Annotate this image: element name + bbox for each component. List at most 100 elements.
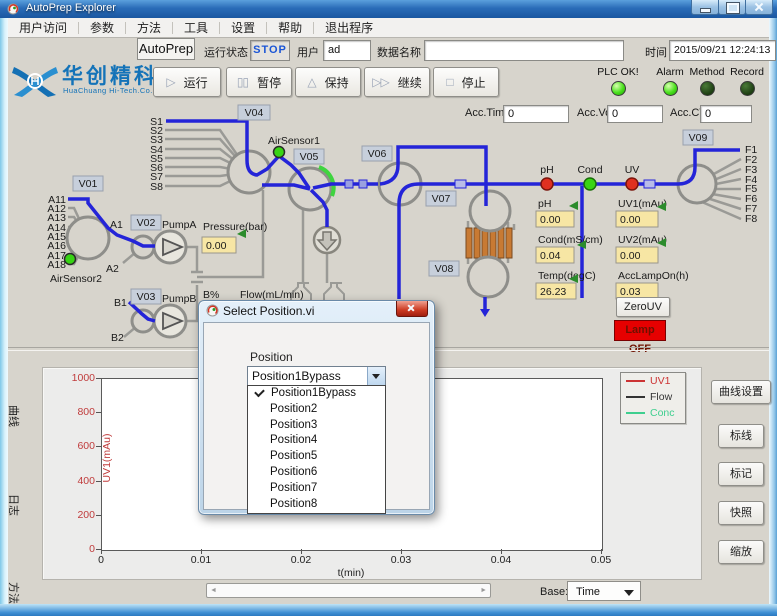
option-position8[interactable]: Position8 bbox=[248, 497, 385, 513]
acc-vol-value: 0 bbox=[607, 105, 663, 123]
dialog-close-icon[interactable] bbox=[396, 301, 428, 317]
minimize-icon[interactable] bbox=[691, 0, 719, 15]
dataname-field[interactable] bbox=[424, 40, 624, 61]
plc-led-icon bbox=[611, 81, 626, 96]
valve-label-v01: V01 bbox=[79, 178, 98, 190]
svg-text:A2: A2 bbox=[106, 263, 119, 275]
option-position7[interactable]: Position7 bbox=[248, 481, 385, 497]
run-button-label: 运行 bbox=[184, 74, 208, 91]
option-position3[interactable]: Position3 bbox=[248, 418, 385, 434]
valve-v05-body[interactable] bbox=[289, 168, 331, 210]
svg-text:S2: S2 bbox=[150, 125, 163, 137]
option-position6[interactable]: Position6 bbox=[248, 465, 385, 481]
svg-text:B2: B2 bbox=[111, 332, 124, 344]
scroll-left-icon[interactable]: ◄ bbox=[210, 584, 217, 597]
menu-settings[interactable]: 设置 bbox=[220, 19, 266, 36]
uv1-line-icon bbox=[626, 380, 645, 382]
ph-readout-label: pH bbox=[538, 198, 551, 210]
svg-text:S5: S5 bbox=[150, 153, 163, 165]
pump-b-label: PumpB bbox=[162, 293, 196, 305]
legend-flow: Flow bbox=[650, 391, 672, 403]
option-position1bypass[interactable]: Position1Bypass bbox=[248, 386, 385, 402]
air-sensor1-led-icon bbox=[274, 147, 285, 158]
acc-cv-value: 0 bbox=[700, 105, 752, 123]
time-label: 时间 bbox=[645, 44, 667, 60]
svg-text:A17: A17 bbox=[47, 250, 66, 262]
valve-v04-body[interactable] bbox=[228, 151, 270, 193]
menu-method[interactable]: 方法 bbox=[126, 19, 172, 36]
uv2-readout-value: 0.00 bbox=[620, 250, 641, 262]
window-title: AutoPrep Explorer bbox=[26, 2, 116, 14]
indicator-arrow-icon bbox=[569, 274, 578, 283]
uv-sensor-icon bbox=[626, 178, 638, 190]
chevron-down-icon bbox=[624, 590, 634, 596]
cond-readout-value: 0.04 bbox=[540, 250, 561, 262]
valve-v09-body[interactable] bbox=[678, 165, 716, 203]
snapshot-button[interactable]: 快照 bbox=[718, 501, 764, 525]
stop-button-label: 停止 bbox=[462, 74, 486, 91]
window-border-bottom bbox=[0, 604, 777, 616]
valve-v06-body[interactable] bbox=[379, 163, 421, 205]
pause-button[interactable]: ▯▯ 暂停 bbox=[226, 67, 292, 97]
user-field[interactable]: ad bbox=[323, 40, 371, 61]
valve-v01-body[interactable] bbox=[67, 217, 109, 259]
hold-button[interactable]: △ 保持 bbox=[295, 67, 361, 97]
pause-button-label: 暂停 bbox=[257, 74, 281, 91]
zero-uv-button[interactable]: ZeroUV bbox=[616, 297, 670, 317]
curve-settings-button[interactable]: 曲线设置 bbox=[711, 380, 771, 404]
flow-line-icon bbox=[626, 396, 645, 398]
valve-label-v09: V09 bbox=[689, 132, 708, 144]
pump-a[interactable] bbox=[154, 231, 186, 263]
menu-help[interactable]: 帮助 bbox=[267, 19, 313, 36]
side-tab-curves[interactable]: 曲线 bbox=[6, 403, 22, 429]
position-dropdown[interactable]: Position1Bypass bbox=[247, 366, 386, 387]
y-tick: 400 bbox=[55, 475, 95, 487]
option-position4[interactable]: Position4 bbox=[248, 433, 385, 449]
dropdown-button[interactable] bbox=[367, 367, 385, 386]
svg-text:A13: A13 bbox=[47, 212, 66, 224]
hold-icon: △ bbox=[307, 75, 315, 89]
svg-text:A12: A12 bbox=[47, 203, 66, 215]
option-position2[interactable]: Position2 bbox=[248, 402, 385, 418]
chart-scrollbar[interactable]: ◄ ► bbox=[206, 583, 491, 598]
base-dropdown[interactable]: Time bbox=[567, 581, 641, 601]
valve-v08-body[interactable] bbox=[468, 257, 508, 297]
pump-b[interactable] bbox=[154, 305, 186, 337]
legend-uv1: UV1 bbox=[650, 375, 670, 387]
menu-exit[interactable]: 退出程序 bbox=[314, 19, 384, 36]
resume-button[interactable]: ▷▷ 继续 bbox=[364, 67, 430, 97]
zoom-button[interactable]: 缩放 bbox=[718, 540, 764, 564]
mark-button[interactable]: 标记 bbox=[718, 462, 764, 486]
dialog-title: Select Position.vi bbox=[223, 304, 314, 318]
x-tick: 0.01 bbox=[181, 554, 221, 566]
injection-port[interactable] bbox=[314, 227, 340, 253]
svg-text:S4: S4 bbox=[150, 144, 163, 156]
legend-conc: Conc bbox=[650, 407, 675, 419]
svg-text:F7: F7 bbox=[745, 203, 757, 215]
x-tick: 0.02 bbox=[281, 554, 321, 566]
side-tab-method[interactable]: 方法 bbox=[6, 580, 22, 606]
stop-button[interactable]: □ 停止 bbox=[433, 67, 499, 97]
brand-company: HuaChuang Hi-Tech.Co.Ltd. bbox=[63, 86, 167, 95]
scroll-right-icon[interactable]: ► bbox=[480, 584, 487, 597]
lamp-off-button[interactable]: Lamp OFF bbox=[614, 320, 666, 341]
valve-v03-body[interactable] bbox=[132, 310, 154, 332]
valve-v07-body[interactable] bbox=[470, 191, 510, 231]
air-sensor2-label: AirSensor2 bbox=[50, 273, 102, 285]
menu-tools[interactable]: 工具 bbox=[173, 19, 219, 36]
window-border-right bbox=[769, 18, 777, 604]
close-icon[interactable] bbox=[745, 0, 773, 15]
option-position5[interactable]: Position5 bbox=[248, 449, 385, 465]
menu-parameters[interactable]: 参数 bbox=[79, 19, 125, 36]
run-button[interactable]: ▷ 运行 bbox=[153, 67, 221, 97]
window-titlebar: AutoPrep Explorer bbox=[0, 0, 777, 18]
pause-icon: ▯▯ bbox=[237, 75, 248, 89]
side-tab-log[interactable]: 日志 bbox=[6, 492, 22, 518]
menu-bar: 用户访问 参数 方法 工具 设置 帮助 退出程序 bbox=[8, 18, 769, 38]
maximize-icon[interactable] bbox=[718, 0, 746, 15]
marker-line-button[interactable]: 标线 bbox=[718, 424, 764, 448]
valve-v02-body[interactable] bbox=[132, 236, 154, 258]
svg-text:F1: F1 bbox=[745, 144, 757, 156]
menu-user-access[interactable]: 用户访问 bbox=[8, 19, 78, 36]
y-axis-label: UV1(mAu) bbox=[101, 418, 113, 498]
